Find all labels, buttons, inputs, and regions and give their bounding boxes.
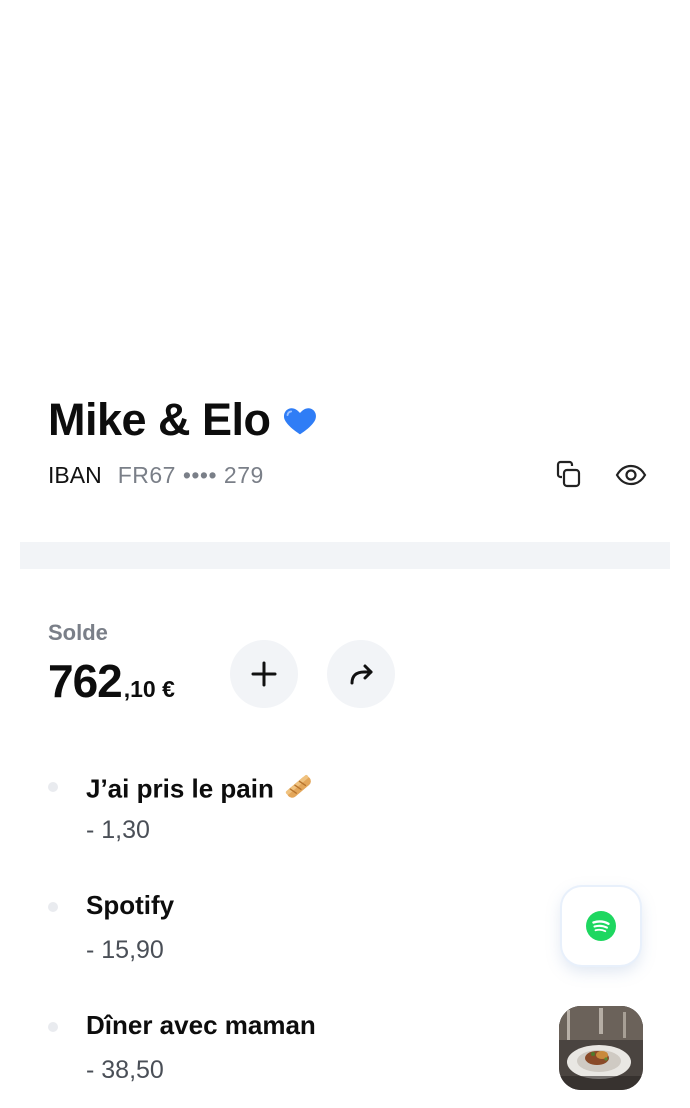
transaction-title-text: J’ai pris le pain [86,773,274,804]
spotify-logo-icon [562,887,640,965]
share-arrow-icon [350,664,373,685]
blue-heart-emoji [281,401,319,439]
transaction-title: Spotify [86,890,175,920]
copy-icon[interactable] [552,458,586,492]
eye-icon[interactable] [614,458,648,492]
plus-icon [251,661,277,687]
balance-label: Solde [48,620,108,645]
balance-main: 762 [48,655,123,707]
section-divider [20,542,670,569]
transaction-title: J’ai pris le pain [86,770,316,811]
baguette-emoji [282,770,316,811]
transaction-dot [48,902,58,912]
transaction-dot [48,1022,58,1032]
balance-block: Solde 762 ,10 € [48,620,175,708]
transaction-title: Dîner avec maman [86,1010,316,1040]
transfer-button[interactable] [327,640,395,708]
iban-label: IBAN [48,461,102,488]
transaction-amount: - 1,30 [86,816,150,844]
transaction-amount: - 38,50 [86,1056,164,1084]
transaction-dot [48,782,58,792]
balance-cents: ,10 € [123,676,175,702]
balance-amount: 762 ,10 € [48,654,175,708]
transaction-item[interactable]: J’ai pris le pain - 1,30 [0,760,690,860]
account-title: Mike & Elo [48,394,271,445]
iban-value: FR67 •••• 279 [117,461,264,488]
account-header: Mike & Elo [48,392,319,448]
dinner-photo-thumbnail [559,1006,643,1090]
add-money-button[interactable] [230,640,298,708]
transaction-amount: - 15,90 [86,936,164,964]
iban-row: IBAN FR67 •••• 279 [48,458,648,492]
